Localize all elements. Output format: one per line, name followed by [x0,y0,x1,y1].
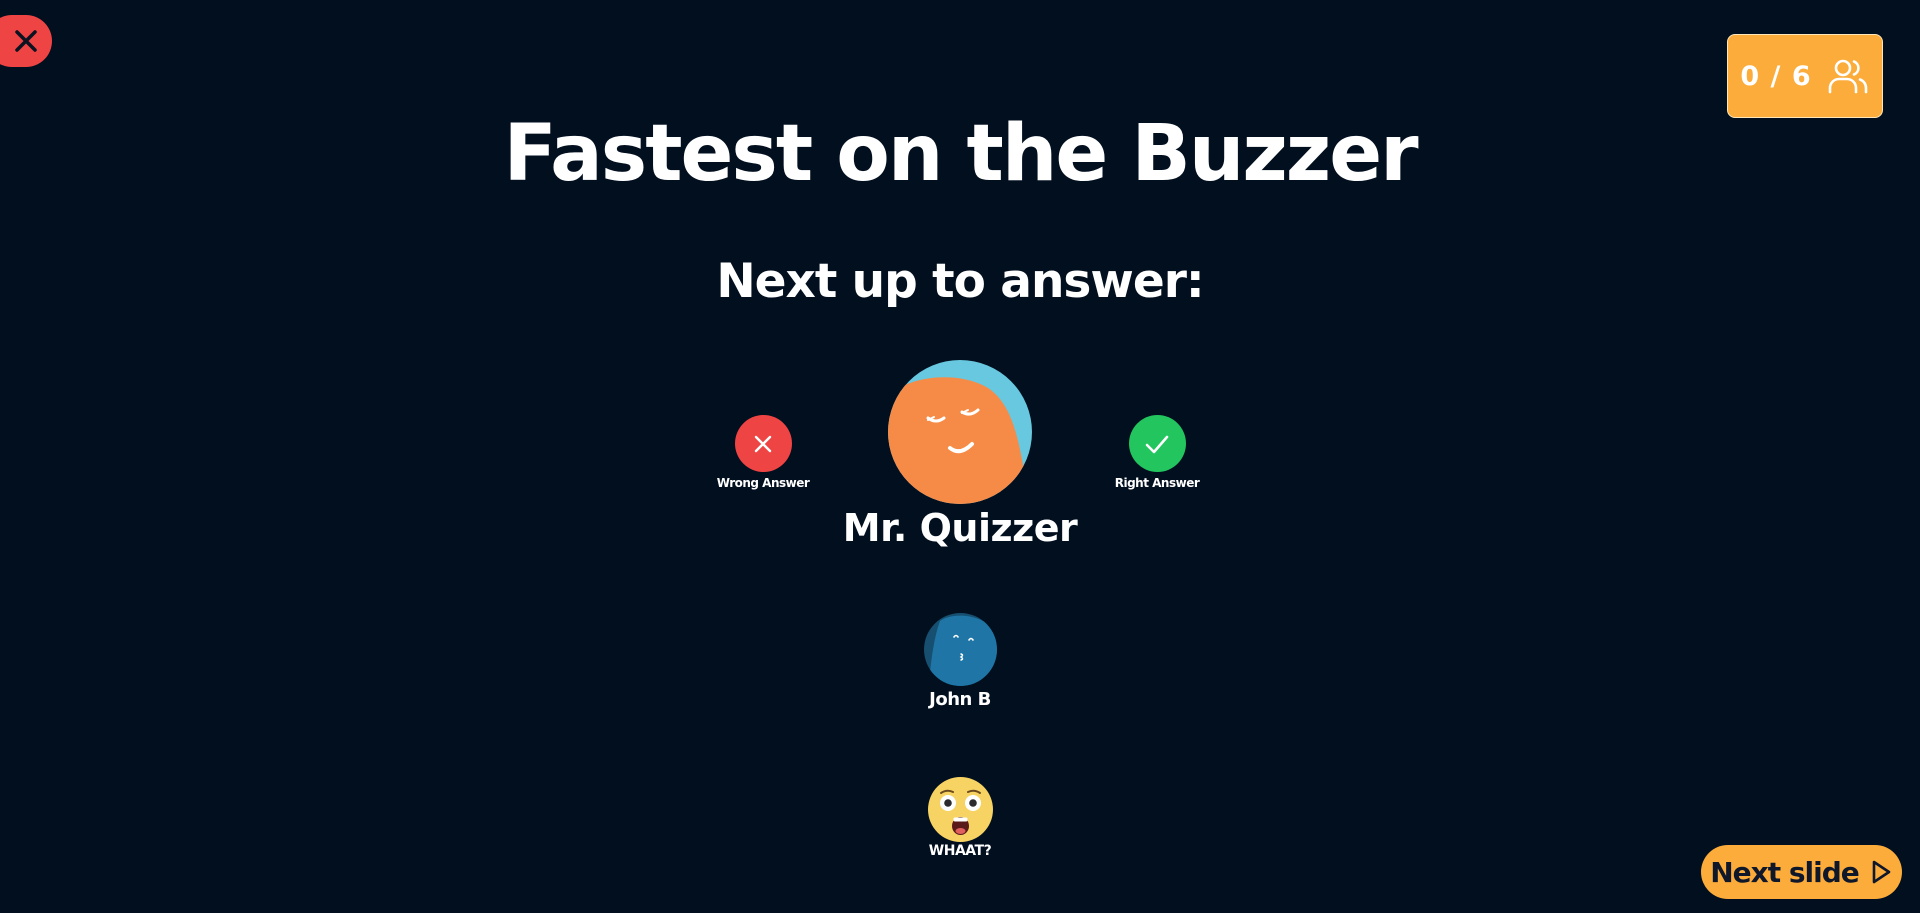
player-count: 0 / 6 [1740,60,1812,92]
wrong-answer-circle [734,415,792,472]
users-icon [1828,59,1867,94]
next-slide-label: Next slide [1710,855,1860,889]
blue-kissing-face-avatar [923,613,997,686]
wrong-answer-button[interactable]: Wrong Answer [703,415,823,490]
page-title: Fastest on the Buzzer [503,109,1418,199]
close-button[interactable] [0,15,52,67]
shocked-emoji-face-avatar [927,777,993,842]
close-icon [15,30,37,52]
buzzer-screen: 0 / 6 Fastest on the Buzzer Next up to a… [0,0,1920,913]
right-answer-label: Right Answer [1114,476,1200,490]
right-answer-button[interactable]: Right Answer [1097,415,1217,490]
queued-player-name: WHAAT? [928,843,992,859]
wrong-answer-label: Wrong Answer [716,476,810,490]
page-subtitle: Next up to answer: [716,254,1204,309]
current-player: Mr. Quizzer [830,360,1090,552]
queued-player: John B [830,613,1090,710]
next-slide-button[interactable]: Next slide [1701,845,1902,899]
x-icon [754,435,772,452]
queued-player-name: John B [929,689,991,710]
right-answer-circle [1128,415,1186,472]
current-player-name: Mr. Quizzer [842,506,1078,550]
check-icon [1145,435,1169,453]
play-icon [1872,860,1891,884]
orange-sleepy-face-avatar [888,360,1032,504]
queued-player: WHAAT? [830,777,1090,859]
